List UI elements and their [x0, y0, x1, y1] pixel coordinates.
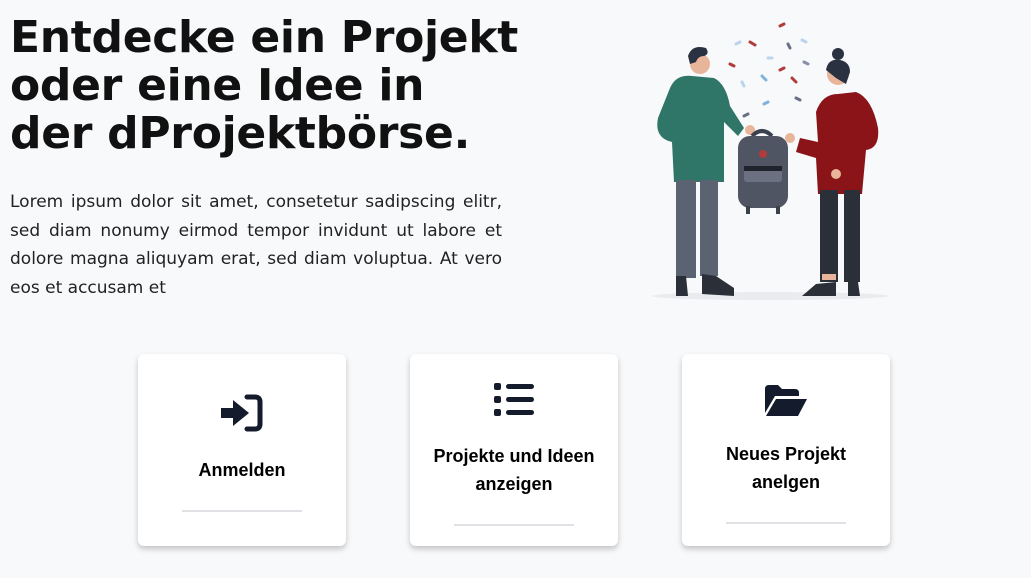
folder-open-icon	[682, 385, 890, 417]
sign-in-icon	[138, 394, 346, 432]
card-projects[interactable]: Projekte und Ideen anzeigen	[410, 354, 618, 546]
backpack-icon	[738, 129, 788, 214]
hero-title-line-3: der dProjektbörse.	[10, 108, 471, 159]
hero-illustration	[652, 22, 888, 300]
woman-figure	[785, 48, 879, 296]
list-icon	[410, 383, 618, 417]
hero-title-line-1: Entdecke ein Projekt	[10, 12, 519, 63]
card-login-label: Anmelden	[198, 460, 286, 480]
card-projects-label: Projekte und Ideen anzeigen	[433, 446, 595, 494]
card-login[interactable]: Anmelden	[138, 354, 346, 546]
card-divider	[182, 510, 302, 512]
card-divider	[454, 524, 574, 526]
card-new-project-label: Neues Projekt anelgen	[725, 444, 847, 492]
hero-title: Entdecke ein Projekt oder eine Idee in d…	[10, 14, 530, 158]
card-new-project[interactable]: Neues Projekt anelgen	[682, 354, 890, 546]
confetti-icon	[716, 22, 810, 118]
hero-title-line-2: oder eine Idee in	[10, 60, 425, 111]
hero-description: Lorem ipsum dolor sit amet, consetetur s…	[10, 192, 502, 298]
card-divider	[726, 522, 846, 524]
